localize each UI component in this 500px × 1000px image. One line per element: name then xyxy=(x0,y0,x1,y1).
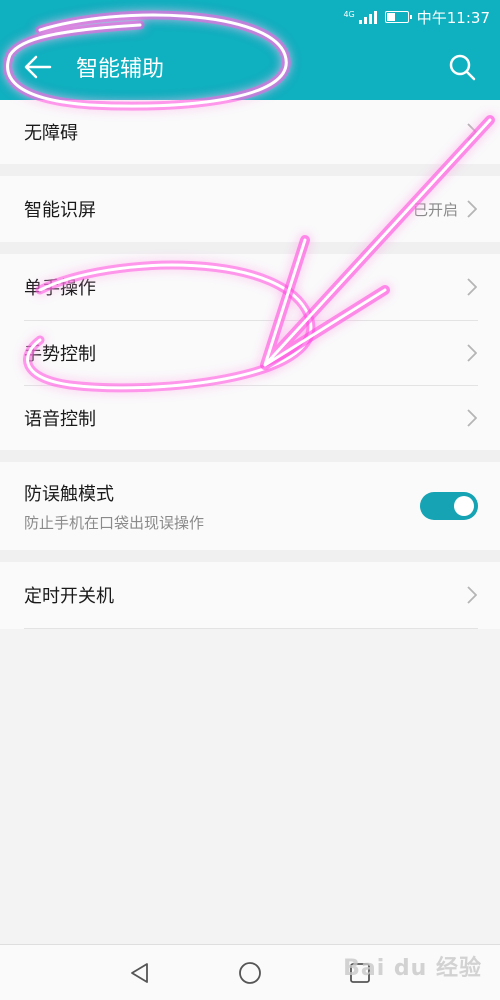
setting-label: 智能识屏 xyxy=(24,200,96,221)
nav-home-button[interactable] xyxy=(234,957,266,989)
anti-mistouch-toggle[interactable] xyxy=(420,492,478,520)
app-bar: 智能辅助 xyxy=(0,34,500,100)
settings-group: 定时开关机 xyxy=(0,562,500,629)
circle-home-icon xyxy=(239,961,261,984)
signal-icon: 4G xyxy=(343,10,377,24)
nav-recent-button[interactable] xyxy=(344,957,376,989)
setting-label: 单手操作 xyxy=(24,278,96,299)
triangle-back-icon xyxy=(131,962,148,983)
chevron-right-icon xyxy=(466,199,478,219)
setting-one-hand[interactable]: 单手操作 xyxy=(0,254,500,320)
setting-smart-screen[interactable]: 智能识屏 已开启 xyxy=(0,176,500,242)
settings-list: 无障碍 智能识屏 已开启 单手操作 手势控制 语音控制 防误触模式 防止手机在口… xyxy=(0,100,500,629)
setting-voice-control[interactable]: 语音控制 xyxy=(0,386,500,450)
setting-label: 手势控制 xyxy=(24,344,96,365)
chevron-right-icon xyxy=(466,277,478,297)
settings-group: 智能识屏 已开启 xyxy=(0,176,500,242)
nav-back-button[interactable] xyxy=(124,957,156,989)
setting-label: 语音控制 xyxy=(24,409,96,430)
setting-anti-mistouch: 防误触模式 防止手机在口袋出现误操作 xyxy=(0,462,500,550)
settings-group: 防误触模式 防止手机在口袋出现误操作 xyxy=(0,462,500,550)
chevron-right-icon xyxy=(466,585,478,605)
search-button[interactable] xyxy=(440,45,484,89)
setting-label: 防误触模式 xyxy=(24,483,114,505)
network-type: 4G xyxy=(343,10,355,19)
setting-label: 定时开关机 xyxy=(24,586,114,607)
page-title: 智能辅助 xyxy=(76,57,165,82)
battery-icon xyxy=(384,11,412,23)
setting-accessibility[interactable]: 无障碍 xyxy=(0,100,500,164)
chevron-right-icon xyxy=(466,122,478,142)
divider xyxy=(24,628,478,629)
setting-value: 已开启 xyxy=(412,200,458,219)
square-recent-icon xyxy=(350,962,370,983)
setting-label: 无障碍 xyxy=(24,123,78,144)
settings-group: 无障碍 xyxy=(0,100,500,164)
navigation-bar xyxy=(0,944,500,1000)
status-time: 中午11:37 xyxy=(416,8,490,27)
arrow-left-icon xyxy=(24,55,52,79)
setting-description: 防止手机在口袋出现误操作 xyxy=(24,513,205,532)
chevron-right-icon xyxy=(466,408,478,428)
setting-gesture-control[interactable]: 手势控制 xyxy=(0,321,500,385)
back-button[interactable] xyxy=(16,45,60,89)
status-bar: 4G 中午11:37 xyxy=(0,0,500,34)
chevron-right-icon xyxy=(466,343,478,363)
setting-scheduled-power[interactable]: 定时开关机 xyxy=(0,562,500,628)
search-icon xyxy=(449,54,476,81)
settings-group: 单手操作 手势控制 语音控制 xyxy=(0,254,500,450)
